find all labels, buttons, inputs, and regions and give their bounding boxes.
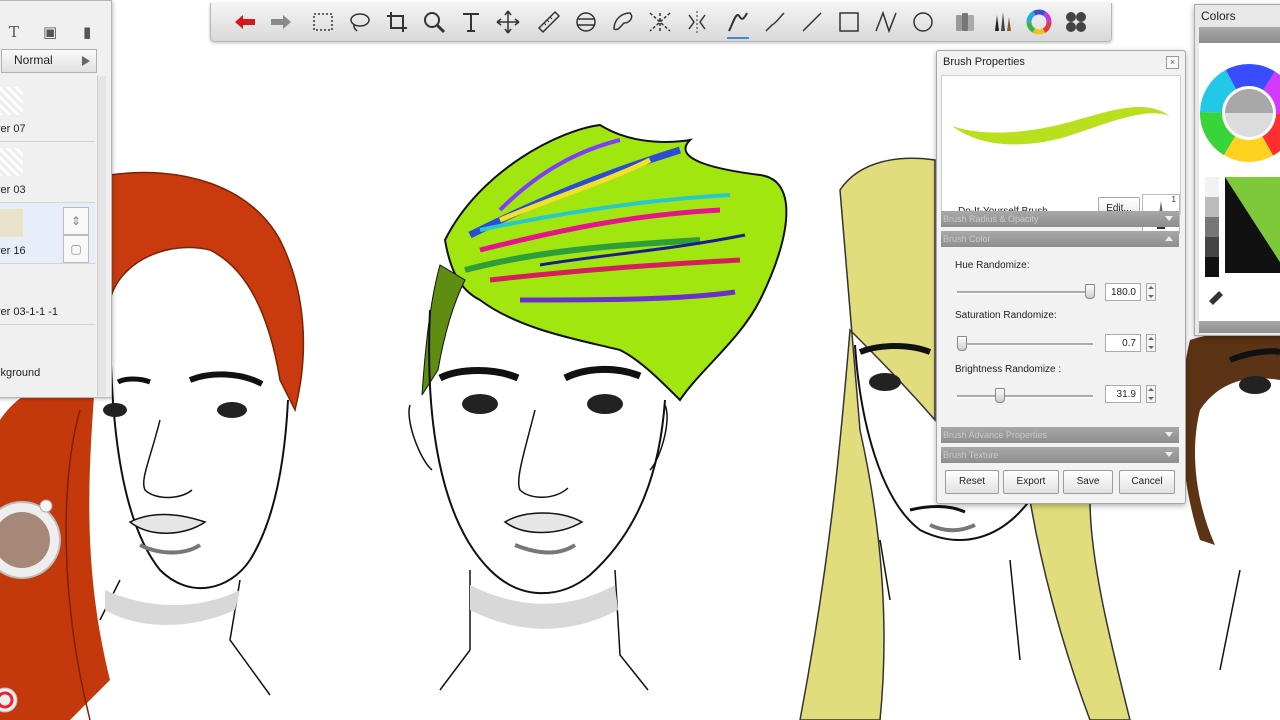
layer-name: yer 03 <box>0 184 26 196</box>
cancel-button[interactable]: Cancel <box>1119 470 1175 494</box>
colors-collapse-bar[interactable] <box>1199 27 1280 43</box>
saturation-randomize-slider[interactable] <box>957 343 1093 346</box>
brush-properties-panel: Brush Properties × Do-It-Yourself Brush … <box>936 50 1186 504</box>
slider-handle[interactable] <box>1084 284 1095 299</box>
layer-name: yer 07 <box>0 123 26 135</box>
polyline-icon[interactable] <box>870 6 902 38</box>
section-brush-color[interactable]: Brush Color <box>941 231 1179 247</box>
hue-randomize-slider[interactable] <box>957 291 1093 294</box>
hue-randomize-label: Hue Randomize: <box>955 260 1030 271</box>
section-radius-opacity[interactable]: Brush Radius & Opacity <box>941 211 1179 227</box>
panel-title: Brush Properties <box>943 56 1025 68</box>
hue-stepper[interactable] <box>1146 283 1156 301</box>
saturation-randomize-label: Saturation Randomize: <box>955 310 1057 321</box>
colors-panel: Colors <box>1194 4 1280 336</box>
redo-icon[interactable] <box>265 6 297 38</box>
perspective-icon[interactable] <box>644 6 676 38</box>
layers-panel: T ▣ ▮ Normal yer 07 yer 03 yer 16 ⇕ ▢ ye… <box>0 0 112 398</box>
stroke-preview: Do-It-Yourself Brush Edit... 1 <box>941 75 1181 234</box>
section-advance-properties[interactable]: Brush Advance Properties <box>941 427 1179 443</box>
section-title: Brush Color <box>943 234 991 244</box>
copic-library-icon[interactable] <box>949 6 981 38</box>
lasso-select-icon[interactable] <box>344 6 376 38</box>
text-icon[interactable] <box>455 6 487 38</box>
layer-name: yer 03-1-1 -1 <box>0 306 58 318</box>
color-wheel-icon[interactable] <box>1023 6 1055 38</box>
puck-grid-icon[interactable] <box>1060 6 1092 38</box>
crop-icon[interactable] <box>381 6 413 38</box>
green-hair-figure <box>408 123 788 691</box>
section-title: Brush Radius & Opacity <box>943 214 1039 224</box>
main-toolbar <box>210 3 1112 42</box>
ruler-icon[interactable] <box>533 6 565 38</box>
layer-name: yer 16 <box>0 245 26 257</box>
colors-footer-bar[interactable] <box>1199 321 1280 333</box>
color-wheel[interactable] <box>1199 43 1280 321</box>
chevron-down-icon <box>1165 432 1173 437</box>
section-title: Brush Advance Properties <box>943 430 1048 440</box>
ellipse-guide-icon[interactable] <box>570 6 602 38</box>
move-icon[interactable] <box>492 6 524 38</box>
trash-icon[interactable]: ▮ <box>83 23 91 41</box>
rect-select-icon[interactable] <box>307 6 339 38</box>
rectangle-icon[interactable] <box>833 6 865 38</box>
color-picker[interactable] <box>1199 43 1280 321</box>
play-arrow-icon <box>82 56 90 66</box>
save-button[interactable]: Save <box>1063 470 1113 494</box>
image-layer-icon[interactable]: ▣ <box>43 23 57 41</box>
brightness-randomize-input[interactable]: 31.9 <box>1105 385 1141 403</box>
undo-icon[interactable] <box>229 6 261 38</box>
section-brush-texture[interactable]: Brush Texture <box>941 447 1179 463</box>
chevron-down-icon <box>1165 216 1173 221</box>
panel-title: Colors <box>1201 9 1236 23</box>
ellipse-icon[interactable] <box>907 6 939 38</box>
layer-row[interactable]: ckground <box>0 325 95 385</box>
blend-mode-value: Normal <box>14 53 53 67</box>
saturation-randomize-input[interactable]: 0.7 <box>1105 334 1141 352</box>
slider-handle[interactable] <box>995 388 1006 403</box>
layer-name: ckground <box>0 367 41 379</box>
layer-move-icon[interactable]: ⇕ <box>63 207 89 235</box>
layer-row-selected[interactable]: yer 16 ⇕ ▢ <box>0 203 95 264</box>
brown-hair-figure <box>1181 330 1280 671</box>
layer-thumbnail <box>0 87 23 115</box>
pen-stroke-icon[interactable] <box>759 6 791 38</box>
reset-button[interactable]: Reset <box>945 470 999 494</box>
brightness-randomize-slider[interactable] <box>957 395 1093 398</box>
layers-scrollbar[interactable] <box>97 76 106 396</box>
layer-thumbnail <box>0 209 23 237</box>
layer-thumbnail <box>0 148 23 176</box>
hue-randomize-input[interactable]: 180.0 <box>1105 283 1141 301</box>
brightness-randomize-label: Brightness Randomize : <box>955 364 1062 375</box>
brightness-stepper[interactable] <box>1146 385 1156 403</box>
french-curve-icon[interactable] <box>607 6 639 38</box>
line-icon[interactable] <box>796 6 828 38</box>
saturation-stepper[interactable] <box>1146 334 1156 352</box>
section-title: Brush Texture <box>943 450 999 460</box>
layer-row[interactable]: yer 03 <box>0 142 95 203</box>
layers-toolbar: T ▣ ▮ <box>1 19 107 47</box>
export-button[interactable]: Export <box>1003 470 1059 494</box>
chevron-up-icon <box>1165 236 1173 241</box>
slider-handle[interactable] <box>957 336 968 351</box>
zoom-icon[interactable] <box>418 6 450 38</box>
layer-lock-icon[interactable]: ▢ <box>63 235 89 263</box>
brush-library-icon[interactable] <box>986 6 1018 38</box>
layer-row[interactable]: yer 07 <box>0 81 95 142</box>
symmetry-icon[interactable] <box>681 6 713 38</box>
brush-tip-number: 1 <box>1171 195 1176 204</box>
text-layer-icon[interactable]: T <box>9 23 19 41</box>
layer-row[interactable]: yer 03-1-1 -1 <box>0 264 95 325</box>
chevron-down-icon <box>1165 452 1173 457</box>
blend-mode-select[interactable]: Normal <box>1 49 97 73</box>
brush-stroke-icon[interactable] <box>722 6 754 39</box>
close-icon[interactable]: × <box>1166 56 1179 69</box>
